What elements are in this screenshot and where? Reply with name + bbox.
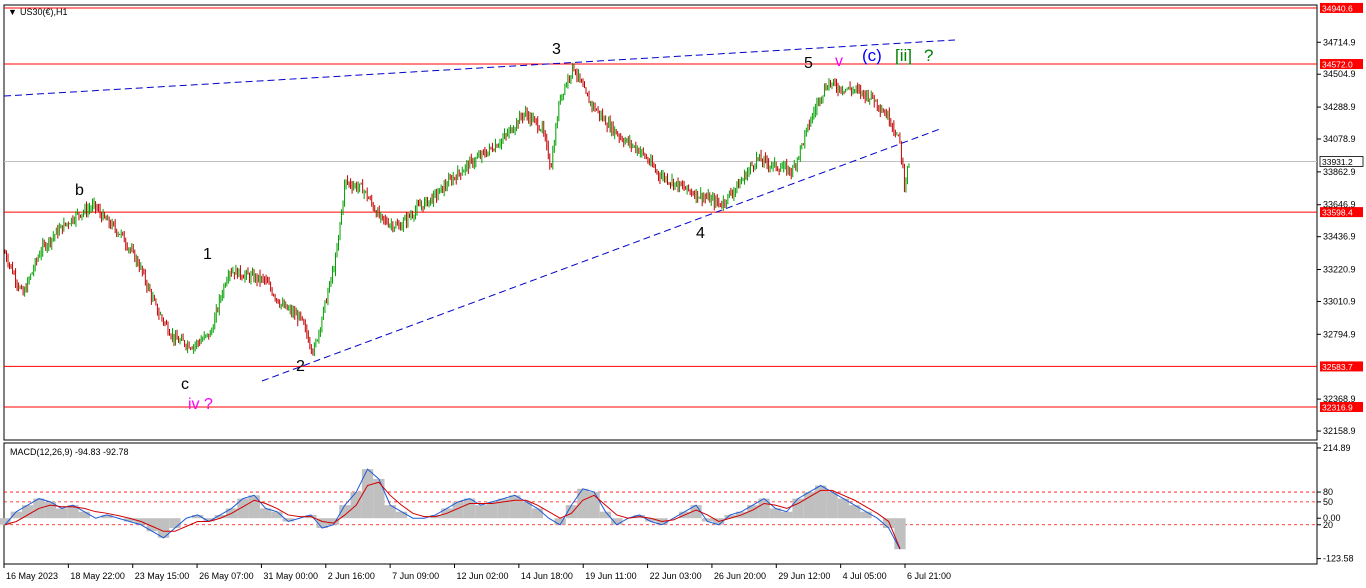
macd-histogram-bar	[248, 495, 260, 519]
wave-label: c	[181, 376, 189, 393]
price-level-label: 34572.0	[1322, 60, 1353, 70]
price-level-label: 34940.6	[1322, 3, 1353, 13]
macd-histogram-bar	[475, 505, 487, 519]
wave-label: iv ?	[188, 396, 213, 413]
time-axis-tick: 31 May 00:00	[263, 571, 318, 581]
macd-histogram-bar	[803, 492, 816, 519]
macd-histogram-bar	[860, 511, 872, 519]
time-axis-tick: 6 Jul 21:00	[907, 571, 951, 581]
time-axis-tick: 16 May 2023	[6, 571, 58, 581]
time-axis-tick: 7 Jun 09:00	[392, 571, 439, 581]
price-axis-tick: 32158.9	[1323, 426, 1356, 436]
time-axis-tick: 26 Jun 20:00	[714, 571, 766, 581]
price-panel[interactable]	[3, 4, 1318, 441]
macd-panel[interactable]	[3, 442, 1318, 565]
macd-histogram-bar	[373, 478, 385, 519]
time-axis-tick: 23 May 15:00	[135, 571, 190, 581]
wave-label: [ii]	[895, 46, 912, 65]
time-axis-tick: 22 Jun 03:00	[650, 571, 702, 581]
macd-histogram-bar	[611, 518, 623, 525]
price-axis-tick: 33646.9	[1323, 200, 1356, 210]
macd-histogram-bar	[486, 501, 498, 519]
wave-label: 4	[696, 225, 705, 242]
wave-label: b	[75, 182, 84, 199]
macd-axis-tick: 50	[1323, 497, 1333, 507]
time-axis-tick: 18 May 22:00	[70, 571, 125, 581]
macd-histogram-bar	[577, 488, 589, 519]
wave-label: ?	[924, 46, 933, 65]
macd-histogram-bar	[894, 518, 906, 550]
macd-title: MACD(12,26,9) -94.83 -92.78	[10, 447, 129, 457]
macd-histogram-bar	[169, 518, 181, 529]
macd-histogram-bar	[837, 498, 850, 519]
macd-histogram-bar	[531, 508, 544, 519]
wave-label: (c)	[862, 46, 882, 65]
price-axis-tick: 32794.9	[1323, 329, 1356, 339]
macd-histogram-bar	[509, 495, 521, 519]
collapse-triangle-icon[interactable]: ▼	[8, 7, 17, 17]
time-axis-tick: 12 Jun 02:00	[457, 571, 509, 581]
price-axis-tick: 33862.9	[1323, 167, 1356, 177]
price-chart-title: US30(€),H1	[20, 7, 68, 17]
current-price-label: 33931.2	[1322, 157, 1353, 167]
macd-axis-tick: 214.89	[1323, 443, 1351, 453]
macd-histogram-bar	[883, 518, 895, 529]
price-axis-tick: 32368.9	[1323, 394, 1356, 404]
time-axis-tick: 14 Jun 18:00	[521, 571, 573, 581]
price-axis-tick: 34078.9	[1323, 134, 1356, 144]
macd-histogram-bar	[781, 511, 793, 519]
chart-canvas: 34940.634572.033598.432583.732316.934714…	[0, 0, 1366, 588]
wave-label: 3	[552, 41, 561, 58]
price-axis-tick: 34288.9	[1323, 102, 1356, 112]
price-level-label: 32583.7	[1322, 362, 1353, 372]
time-axis-tick: 29 Jun 12:00	[778, 571, 830, 581]
macd-histogram-bar	[78, 511, 90, 519]
macd-histogram-bar	[826, 492, 838, 519]
macd-histogram-bar	[395, 511, 408, 519]
price-axis-tick: 33220.9	[1323, 265, 1356, 275]
wave-label: 5	[804, 55, 813, 72]
wave-label: 2	[296, 358, 305, 375]
price-axis-tick: 34504.9	[1323, 69, 1356, 79]
price-axis-tick: 34714.9	[1323, 37, 1356, 47]
time-axis-tick: 4 Jul 05:00	[843, 571, 887, 581]
wave-label: 1	[203, 246, 212, 263]
time-axis-tick: 2 Jun 16:00	[328, 571, 375, 581]
macd-histogram-bar	[10, 511, 22, 519]
macd-axis-tick: 20	[1323, 520, 1333, 530]
price-axis-tick: 33010.9	[1323, 296, 1356, 306]
macd-axis-tick: 80	[1323, 487, 1333, 497]
macd-histogram-bar	[55, 508, 68, 519]
price-axis-tick: 33436.9	[1323, 232, 1356, 242]
macd-histogram-bar	[463, 498, 476, 519]
time-axis-tick: 19 Jun 11:00	[585, 571, 636, 581]
macd-histogram-bar	[599, 511, 612, 519]
wave-label: v	[835, 53, 843, 70]
time-axis-tick: 26 May 07:00	[199, 571, 254, 581]
macd-axis-tick: -123.58	[1323, 554, 1354, 564]
